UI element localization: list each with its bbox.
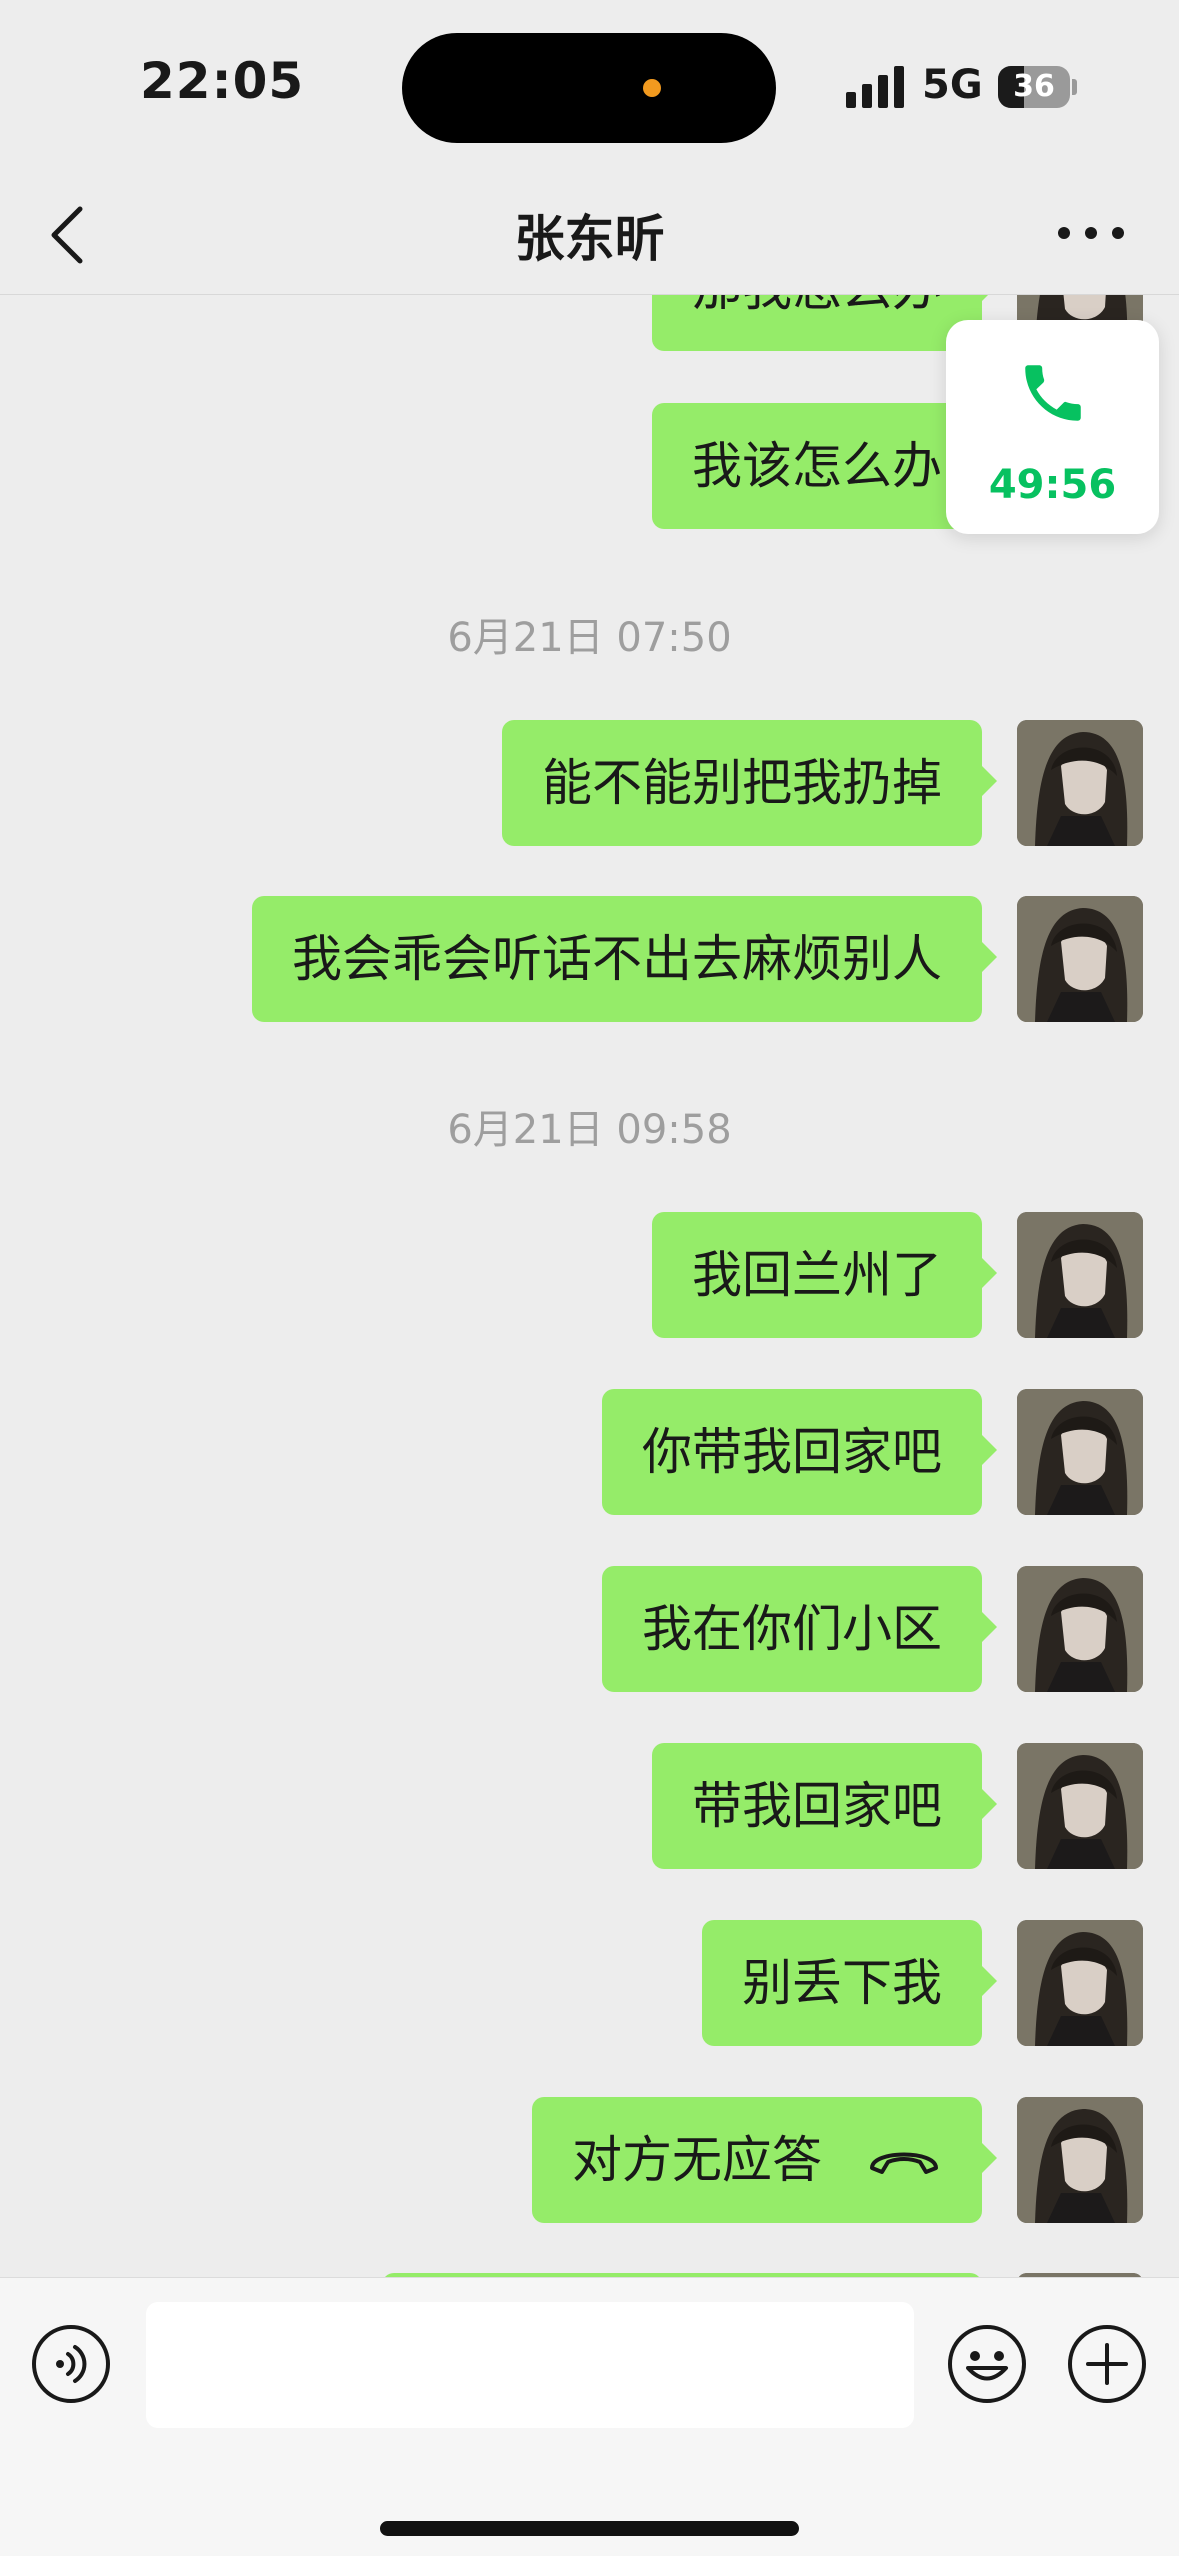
message-bubble[interactable]: 我回兰州了 xyxy=(652,1212,997,1338)
call-record-bubble[interactable]: 对方无应答 xyxy=(532,2097,997,2223)
message-list[interactable]: 那我怎么办 我该怎么办 6月21日 07:50 能不能别把我扔掉 我会乖会听话不… xyxy=(0,295,1179,2277)
plus-icon[interactable] xyxy=(1066,2323,1148,2405)
ongoing-call-widget[interactable]: 49:56 xyxy=(946,320,1159,534)
avatar[interactable] xyxy=(1017,2097,1143,2223)
avatar[interactable] xyxy=(1017,896,1143,1022)
call-duration: 49:56 xyxy=(988,462,1117,508)
input-bar xyxy=(0,2277,1179,2556)
message-input[interactable] xyxy=(146,2302,914,2428)
timestamp: 6月21日 07:50 xyxy=(447,615,732,661)
privacy-indicator-dot xyxy=(643,79,661,97)
cellular-signal-icon xyxy=(846,66,904,108)
timestamp: 6月21日 09:58 xyxy=(447,1107,732,1153)
emoji-icon[interactable] xyxy=(946,2323,1028,2405)
voice-icon[interactable] xyxy=(30,2323,112,2405)
message-bubble[interactable]: 我该怎么办 xyxy=(652,403,997,529)
avatar[interactable] xyxy=(1017,1920,1143,2046)
message-bubble[interactable]: 别丢下我 xyxy=(702,1920,997,2046)
battery-icon: 36 xyxy=(998,66,1077,108)
avatar[interactable] xyxy=(1017,1389,1143,1515)
status-time: 22:05 xyxy=(140,52,305,110)
message-bubble[interactable]: 带我回家吧 xyxy=(652,1743,997,1869)
avatar[interactable] xyxy=(1017,1212,1143,1338)
phone-icon xyxy=(1025,365,1081,421)
network-type: 5G xyxy=(922,62,983,108)
message-bubble[interactable]: 那我怎么办 xyxy=(652,295,997,351)
message-bubble[interactable]: 我在你们小区 xyxy=(602,1566,997,1692)
message-bubble[interactable]: 能不能别把我扔掉 xyxy=(502,720,997,846)
message-bubble[interactable]: 我会乖会听话不出去麻烦别人 xyxy=(252,896,997,1022)
status-bar: 22:05 5G 36 xyxy=(0,0,1179,175)
message-bubble[interactable]: 你带我回家吧 xyxy=(602,1389,997,1515)
contact-name-title: 张东昕 xyxy=(514,210,665,268)
battery-percentage: 36 xyxy=(1013,69,1055,104)
home-indicator[interactable] xyxy=(380,2521,799,2536)
more-options-button[interactable] xyxy=(1056,213,1126,253)
call-record-label: 对方无应答 xyxy=(572,2131,822,2189)
avatar[interactable] xyxy=(1017,1566,1143,1692)
dynamic-island xyxy=(402,33,776,143)
avatar[interactable] xyxy=(1017,1743,1143,1869)
avatar[interactable] xyxy=(1017,720,1143,846)
chat-header: 张东昕 xyxy=(0,175,1179,295)
hang-up-icon xyxy=(870,2152,938,2174)
